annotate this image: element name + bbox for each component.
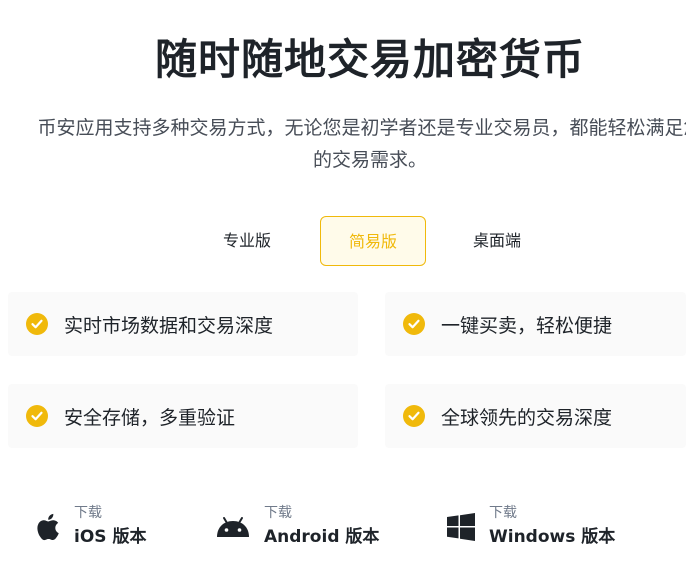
download-platform-label: Android 版本: [264, 527, 380, 547]
windows-icon: [447, 513, 475, 541]
check-circle-icon: [403, 405, 425, 427]
feature-label: 全球领先的交易深度: [441, 406, 613, 429]
download-caption: 下载: [489, 505, 517, 521]
feature-label: 一键买卖，轻松便捷: [441, 314, 613, 337]
download-platform-label: Windows 版本: [489, 527, 616, 547]
download-caption: 下载: [264, 505, 292, 521]
download-ios-button[interactable]: 下载 iOS 版本: [10, 490, 170, 564]
download-windows-button[interactable]: 下载 Windows 版本: [425, 490, 635, 564]
feature-card: 全球领先的交易深度: [385, 384, 686, 448]
apple-icon: [34, 512, 60, 542]
subtitle-line-2: 的交易需求。: [312, 149, 427, 171]
tab-desktop[interactable]: 桌面端: [446, 216, 548, 266]
feature-card: 实时市场数据和交易深度: [8, 292, 358, 356]
feature-label: 实时市场数据和交易深度: [64, 314, 274, 337]
page-subtitle: 币安应用支持多种交易方式，无论您是初学者还是专业交易员，都能轻松满足您 的交易需…: [0, 112, 686, 176]
subtitle-line-1: 币安应用支持多种交易方式，无论您是初学者还是专业交易员，都能轻松满足您: [37, 117, 686, 139]
page-title: 随时随地交易加密货币: [154, 35, 585, 84]
android-icon: [216, 516, 250, 538]
feature-card: 安全存储，多重验证: [8, 384, 358, 448]
check-circle-icon: [26, 405, 48, 427]
tab-pro[interactable]: 专业版: [196, 216, 298, 266]
mode-tabs: 专业版 简易版 桌面端: [0, 216, 686, 268]
tab-simple[interactable]: 简易版: [320, 216, 426, 266]
feature-label: 安全存储，多重验证: [64, 406, 236, 429]
download-android-button[interactable]: 下载 Android 版本: [192, 490, 402, 564]
check-circle-icon: [403, 313, 425, 335]
download-platform-label: iOS 版本: [74, 527, 147, 547]
check-circle-icon: [26, 313, 48, 335]
download-caption: 下载: [74, 505, 102, 521]
feature-card: 一键买卖，轻松便捷: [385, 292, 686, 356]
